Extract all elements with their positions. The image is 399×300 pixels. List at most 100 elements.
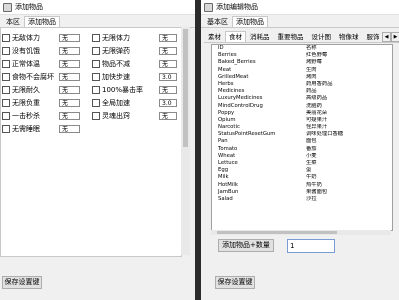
- table-row[interactable]: Baked_Berries 烤野莓: [212, 59, 392, 66]
- option-row[interactable]: 100%暴击率: [92, 85, 143, 94]
- category-tab[interactable]: 设计图: [308, 31, 336, 42]
- category-tab[interactable]: 素材: [204, 31, 225, 42]
- option-row[interactable]: 没有饥饿: [2, 46, 40, 55]
- table-row[interactable]: Berries 红色野莓: [212, 52, 392, 59]
- option-row[interactable]: 灵魂出窍: [92, 111, 130, 120]
- title-bar[interactable]: 添加物品: [0, 0, 195, 15]
- table-row[interactable]: Meat 生肉: [212, 67, 392, 74]
- option-checkbox[interactable]: [2, 46, 10, 55]
- title-bar[interactable]: 添加编辑物品: [201, 0, 399, 15]
- item-id-cell: MindControlDrug: [218, 102, 263, 109]
- tab-add-item[interactable]: 添加物品: [24, 16, 60, 27]
- table-row[interactable]: LuxuryMedicines 高级药品: [212, 95, 392, 102]
- option-value-field[interactable]: 无: [159, 33, 177, 42]
- tab-basic[interactable]: 基本区: [203, 16, 232, 27]
- option-value-field[interactable]: 无: [59, 85, 80, 94]
- table-row[interactable]: Tomato 番茄: [212, 146, 392, 153]
- quantity-input[interactable]: 1: [287, 239, 335, 253]
- option-value-field[interactable]: 无: [159, 46, 177, 55]
- table-row[interactable]: HotMilk 热牛奶: [212, 182, 392, 189]
- tab-basic[interactable]: 本区: [2, 16, 24, 27]
- table-row[interactable]: StatusPointResetGum 调味处理口香糖: [212, 131, 392, 138]
- option-checkbox[interactable]: [2, 98, 10, 107]
- option-label: 无需睡眠: [12, 124, 40, 133]
- scrollbar-thumb[interactable]: [183, 29, 188, 147]
- option-checkbox[interactable]: [92, 111, 100, 120]
- item-id-cell: Poppy: [218, 109, 235, 116]
- bottom-bar: 保存设置键: [201, 270, 399, 300]
- option-row[interactable]: 无限弹药: [92, 46, 130, 55]
- item-name-cell: 生肉: [306, 66, 317, 73]
- save-settings-button[interactable]: 保存设置键: [2, 276, 42, 289]
- option-value-field[interactable]: 无: [59, 98, 80, 107]
- category-tab[interactable]: 食材: [225, 31, 246, 42]
- option-value-field[interactable]: 无: [59, 111, 80, 120]
- table-row[interactable]: Milk 牛奶: [212, 174, 392, 181]
- option-row[interactable]: 一击秒杀: [2, 111, 40, 120]
- table-row[interactable]: JamBun 果酱面包: [212, 189, 392, 196]
- table-row[interactable]: Narcotic 怪异果汁: [212, 124, 392, 131]
- table-row[interactable]: Wheat 小麦: [212, 153, 392, 160]
- option-checkbox[interactable]: [2, 85, 10, 94]
- category-tab[interactable]: 消耗品: [246, 31, 274, 42]
- option-checkbox[interactable]: [2, 59, 10, 68]
- option-checkbox[interactable]: [92, 46, 100, 55]
- category-tab[interactable]: 服饰: [363, 31, 384, 42]
- option-checkbox[interactable]: [2, 111, 10, 120]
- vertical-scrollbar[interactable]: [181, 27, 190, 255]
- option-value-field[interactable]: 无: [59, 124, 80, 133]
- table-row[interactable]: Medicines 药品: [212, 88, 392, 95]
- option-value-field[interactable]: 无: [59, 72, 80, 81]
- option-checkbox[interactable]: [92, 72, 100, 81]
- table-row[interactable]: Egg 蛋: [212, 167, 392, 174]
- table-row[interactable]: GrilledMeat 烤肉: [212, 74, 392, 81]
- option-checkbox[interactable]: [92, 33, 100, 42]
- table-row[interactable]: Pan 面包: [212, 138, 392, 145]
- option-value-field[interactable]: 无: [59, 46, 80, 55]
- option-value-field[interactable]: 无: [159, 59, 177, 68]
- tab-scroll-right-icon[interactable]: ▶: [391, 32, 399, 42]
- option-checkbox[interactable]: [92, 85, 100, 94]
- option-label: 灵魂出窍: [102, 111, 130, 120]
- option-value-field[interactable]: 3.0: [159, 98, 177, 107]
- table-row[interactable]: Salad 沙拉: [212, 196, 392, 203]
- option-value-field[interactable]: 无: [159, 111, 177, 120]
- option-checkbox[interactable]: [2, 33, 10, 42]
- table-row[interactable]: MindControlDrug 洗脑药: [212, 103, 392, 110]
- option-checkbox[interactable]: [2, 124, 10, 133]
- item-id-cell: HotMilk: [218, 181, 238, 188]
- tab-add-item[interactable]: 添加物品: [232, 16, 268, 27]
- table-row[interactable]: Herbs 药用香药品: [212, 81, 392, 88]
- option-row[interactable]: 正常体温: [2, 59, 40, 68]
- tab-scroll-left-icon[interactable]: ◀: [382, 32, 391, 42]
- item-id-cell: Wheat: [218, 152, 236, 159]
- option-row[interactable]: 全局加速: [92, 98, 130, 107]
- option-value-field[interactable]: 3.0: [159, 72, 177, 81]
- option-value-field[interactable]: 无: [59, 33, 80, 42]
- scrollbar-thumb[interactable]: [217, 231, 337, 234]
- horizontal-scrollbar[interactable]: [211, 230, 391, 235]
- table-row[interactable]: Opium 可疑果汁: [212, 117, 392, 124]
- item-id-cell: Tomato: [218, 145, 238, 152]
- table-row[interactable]: Lettuce 生菜: [212, 160, 392, 167]
- category-tab[interactable]: 重要物品: [274, 31, 308, 42]
- option-row[interactable]: 无限负重: [2, 98, 40, 107]
- option-checkbox[interactable]: [92, 98, 100, 107]
- option-row[interactable]: 无限耐久: [2, 85, 40, 94]
- option-row[interactable]: 物品不减: [92, 59, 130, 68]
- option-value-field[interactable]: 无: [159, 85, 177, 94]
- option-checkbox[interactable]: [92, 59, 100, 68]
- option-row[interactable]: 加快步速: [92, 72, 130, 81]
- item-id-cell: Narcotic: [218, 124, 240, 131]
- save-settings-button[interactable]: 保存设置键: [215, 276, 255, 289]
- option-row[interactable]: 无限体力: [92, 33, 130, 42]
- option-value-field[interactable]: 无: [59, 59, 80, 68]
- option-row[interactable]: 食物不会腐坏: [2, 72, 54, 81]
- table-row[interactable]: Poppy 美丽花朵: [212, 110, 392, 117]
- option-row[interactable]: 无需睡眠: [2, 124, 40, 133]
- option-row[interactable]: 无敌体力: [2, 33, 40, 42]
- add-item-quantity-button[interactable]: 添加物品+数量: [218, 239, 274, 252]
- option-label: 加快步速: [102, 72, 130, 81]
- option-checkbox[interactable]: [2, 72, 10, 81]
- category-tab[interactable]: 物像球: [335, 31, 363, 42]
